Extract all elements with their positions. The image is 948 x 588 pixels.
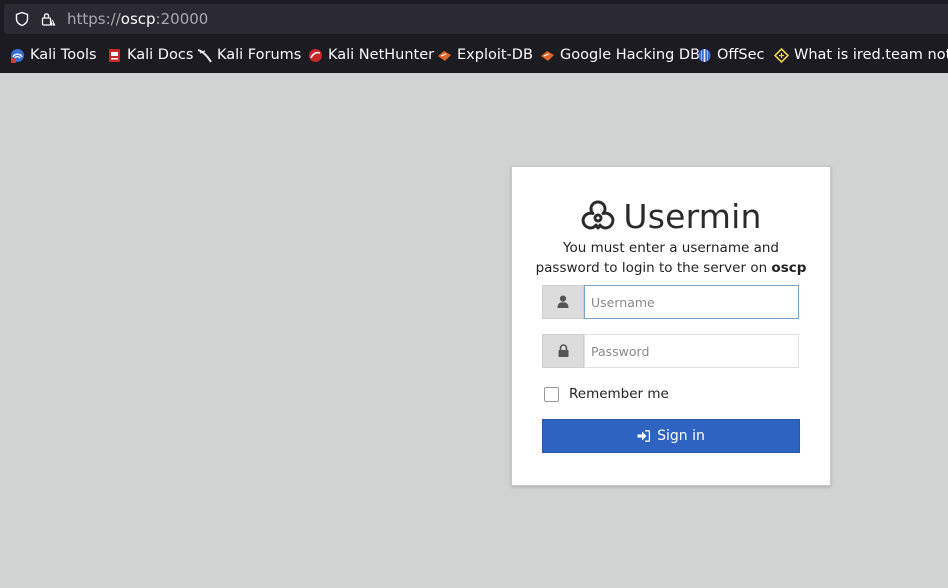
kali-tools-icon [10,48,25,63]
ired-team-icon [773,47,790,63]
url-scheme: https:// [67,10,121,28]
bookmark-offsec[interactable]: OffSec [697,44,765,66]
bookmark-kali-tools[interactable]: Kali Tools [10,44,97,66]
ghdb-icon [540,48,555,63]
login-instructions: You must enter a username and password t… [532,238,810,278]
password-group [542,334,799,368]
shield-icon[interactable] [14,11,30,27]
bookmark-kali-docs[interactable]: Kali Docs [107,44,193,66]
sign-in-icon [637,430,651,442]
lock-icon [558,342,569,361]
username-input[interactable] [584,285,799,319]
bookmark-label: Kali Forums [217,47,302,63]
brand-title: Usermin [623,197,762,236]
bookmark-label: OffSec [717,47,765,63]
bookmarks-bar: Kali Tools Kali Docs Kali Forums Kali Ne… [0,44,948,66]
password-addon [542,334,584,368]
bookmark-label: Kali Tools [30,47,97,63]
login-instructions-text: You must enter a username and password t… [535,240,779,276]
kali-docs-icon [107,48,122,63]
brand-header: Usermin [512,197,830,236]
bookmark-google-hacking-db[interactable]: Google Hacking DB [540,44,700,66]
usermin-logo-icon [580,199,616,235]
bookmark-label: Kali Docs [127,47,194,63]
sign-in-button[interactable]: Sign in [542,419,800,453]
bookmark-label: Kali NetHunter [328,47,435,63]
lock-warning-icon[interactable] [40,11,56,27]
username-addon [542,285,584,319]
bookmark-ired-team[interactable]: What is ired.team note... [773,44,948,66]
bookmark-kali-nethunter[interactable]: Kali NetHunter [308,44,434,66]
remember-me-checkbox[interactable] [544,386,559,402]
remember-me[interactable]: Remember me [544,386,669,402]
remember-me-label[interactable]: Remember me [569,386,669,402]
username-group [542,285,799,319]
password-input[interactable] [584,334,799,368]
browser-toolbar: https://oscp:20000 Kali Tools Kali Docs … [0,0,948,73]
sign-in-label: Sign in [657,428,705,444]
url-host: oscp [120,10,156,28]
bookmark-label: Google Hacking DB [560,47,701,63]
offsec-icon [697,48,712,63]
bookmark-exploit-db[interactable]: Exploit-DB [437,44,533,66]
bookmark-label: Exploit-DB [457,47,533,63]
server-name: oscp [771,260,807,276]
url-bar[interactable]: https://oscp:20000 [4,4,948,34]
exploit-db-icon [437,48,452,63]
kali-forums-icon [197,48,212,63]
url-text[interactable]: https://oscp:20000 [67,10,208,28]
bookmark-label: What is ired.team note... [794,47,948,63]
login-card: Usermin You must enter a username and pa… [511,166,831,486]
bookmark-kali-forums[interactable]: Kali Forums [197,44,301,66]
kali-nethunter-icon [308,48,323,63]
url-port: :20000 [155,10,209,28]
user-icon [557,293,569,312]
